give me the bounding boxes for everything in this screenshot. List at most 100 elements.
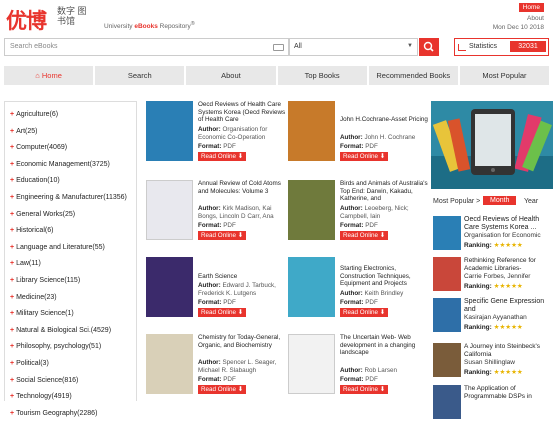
category-item[interactable]: + Technology(4919): [5, 389, 136, 406]
category-item[interactable]: + Natural & Biological Sci.(4529): [5, 323, 136, 340]
book-card: John H.Cochrane-Asset Pricing Author: Jo…: [288, 101, 428, 161]
popular-item[interactable]: The Application of Programmable DSPs in: [433, 385, 553, 423]
plus-icon: +: [10, 310, 15, 318]
popular-item[interactable]: Rethinking Reference for Academic Librar…: [433, 257, 553, 295]
book-cover[interactable]: [146, 101, 193, 161]
read-online-button[interactable]: Read Online ⬇: [198, 152, 247, 161]
book-cover[interactable]: [288, 180, 335, 240]
book-title[interactable]: The Uncertain Web- Web development in a …: [340, 334, 428, 357]
tab-year[interactable]: Year: [524, 198, 538, 205]
read-online-button[interactable]: Read Online ⬇: [340, 308, 389, 317]
popular-item[interactable]: Specific Gene Expression and Kasirajan A…: [433, 298, 553, 336]
book-cover[interactable]: [288, 257, 335, 317]
popular-title[interactable]: Oecd Reviews of Health Care Systems Kore…: [464, 216, 552, 231]
category-sidebar: + Agriculture(6) + Art(25) + Computer(4069)…: [4, 101, 137, 417]
tab-month[interactable]: Month: [483, 196, 517, 205]
book-card: The Uncertain Web- Web development in a …: [288, 334, 428, 394]
about-link[interactable]: About: [493, 15, 544, 22]
nav-search[interactable]: Search: [95, 66, 185, 85]
plus-icon: +: [10, 227, 15, 235]
download-icon: ⬇: [379, 153, 386, 160]
category-item[interactable]: + Language and Literature(55): [5, 240, 136, 257]
download-icon: ⬇: [237, 386, 244, 393]
category-item[interactable]: + General Works(25): [5, 207, 136, 224]
home-link[interactable]: Home: [518, 3, 544, 12]
category-item[interactable]: + Philosophy, psychology(51): [5, 339, 136, 356]
book-author: Author: Keith Brindley: [340, 290, 404, 297]
category-item[interactable]: + Military Science(1): [5, 306, 136, 323]
popular-title[interactable]: The Application of Programmable DSPs in: [464, 385, 552, 400]
search-icon: [423, 41, 434, 52]
plus-icon: +: [10, 293, 15, 301]
book-title[interactable]: Oecd Reviews of Health Care Systems Kore…: [198, 101, 286, 124]
book-title[interactable]: John H.Cochrane-Asset Pricing: [340, 116, 428, 124]
read-online-button[interactable]: Read Online ⬇: [340, 231, 389, 240]
category-item[interactable]: + Art(25): [5, 124, 136, 141]
book-cover[interactable]: [288, 334, 335, 394]
book-title[interactable]: Earth Science: [198, 273, 286, 281]
plus-icon: +: [10, 343, 15, 351]
popular-subtitle: Carrie Forbes, Jennifer: [464, 273, 531, 280]
most-popular-label: Most Popular >: [433, 198, 481, 205]
search-scope-select[interactable]: All ▼: [289, 38, 418, 56]
book-title[interactable]: Annual Review of Cold Atoms and Molecule…: [198, 180, 286, 195]
plus-icon: +: [10, 326, 15, 334]
category-item[interactable]: + Computer(4069): [5, 140, 136, 157]
search-button[interactable]: [419, 38, 439, 56]
category-item[interactable]: + Agriculture(6): [5, 107, 136, 124]
popular-thumbnail: [433, 385, 461, 419]
book-card: Earth Science Author: Edward J. Tarbuck,…: [146, 257, 286, 317]
book-cover[interactable]: [288, 101, 335, 161]
read-online-button[interactable]: Read Online ⬇: [198, 231, 247, 240]
category-item[interactable]: + Social Science(816): [5, 373, 136, 390]
nav-most-popular[interactable]: Most Popular: [459, 66, 550, 85]
popular-item[interactable]: Oecd Reviews of Health Care Systems Kore…: [433, 216, 553, 254]
book-cover[interactable]: [146, 257, 193, 317]
category-item[interactable]: + Economic Management(3725): [5, 157, 136, 174]
statistics-count: 32031: [510, 41, 546, 52]
read-online-button[interactable]: Read Online ⬇: [198, 385, 247, 394]
category-item[interactable]: + Education(10): [5, 173, 136, 190]
read-online-button[interactable]: Read Online ⬇: [340, 152, 389, 161]
category-item[interactable]: + Library Science(115): [5, 273, 136, 290]
popular-ranking: Ranking: ★★★★★: [464, 324, 523, 331]
book-title[interactable]: Chemistry for Today-General, Organic, an…: [198, 334, 286, 349]
nav-home[interactable]: ⌂ Home: [4, 66, 94, 85]
popular-title[interactable]: A Journey into Steinbeck's California: [464, 343, 552, 358]
nav-recommended-books[interactable]: Recommended Books: [368, 66, 458, 85]
promo-banner[interactable]: [431, 101, 553, 189]
book-format: Format: PDF: [198, 376, 236, 383]
popular-title[interactable]: Specific Gene Expression and: [464, 298, 552, 313]
popular-subtitle: Susan Shillinglaw: [464, 359, 515, 366]
category-item[interactable]: + Political(3): [5, 356, 136, 373]
popular-thumbnail: [433, 257, 461, 291]
plus-icon: +: [10, 160, 15, 168]
category-item[interactable]: + Historical(6): [5, 223, 136, 240]
book-format: Format: PDF: [340, 299, 378, 306]
book-cover[interactable]: [146, 180, 193, 240]
category-item[interactable]: + Medicine(23): [5, 290, 136, 307]
category-item[interactable]: + Tourism Geography(2286): [5, 406, 136, 423]
nav-top-books[interactable]: Top Books: [277, 66, 367, 85]
book-title[interactable]: Starting Electronics, Construction Techn…: [340, 265, 428, 288]
category-item[interactable]: + Engineering & Manufacturer(11356): [5, 190, 136, 207]
book-title[interactable]: Birds and Animals of Australia's Top End…: [340, 180, 428, 203]
read-online-button[interactable]: Read Online ⬇: [340, 385, 389, 394]
plus-icon: +: [10, 393, 15, 401]
popular-item[interactable]: A Journey into Steinbeck's California Su…: [433, 343, 553, 381]
category-item[interactable]: + Law(11): [5, 256, 136, 273]
popular-title[interactable]: Rethinking Reference for Academic Librar…: [464, 257, 552, 272]
logo[interactable]: 优博: [6, 5, 47, 35]
search-scope-value: All: [294, 43, 302, 50]
book-card: Oecd Reviews of Health Care Systems Kore…: [146, 101, 286, 161]
search-input[interactable]: Search eBooks: [4, 38, 289, 56]
popular-thumbnail: [433, 216, 461, 250]
book-format: Format: PDF: [198, 299, 236, 306]
keyboard-icon[interactable]: [273, 44, 284, 51]
nav-about[interactable]: About: [186, 66, 276, 85]
read-online-button[interactable]: Read Online ⬇: [198, 308, 247, 317]
plus-icon: +: [10, 144, 15, 152]
current-date: Mon Dec 10 2018: [492, 24, 544, 31]
book-cover[interactable]: [146, 334, 193, 394]
statistics-box[interactable]: Statistics 32031: [454, 38, 549, 56]
